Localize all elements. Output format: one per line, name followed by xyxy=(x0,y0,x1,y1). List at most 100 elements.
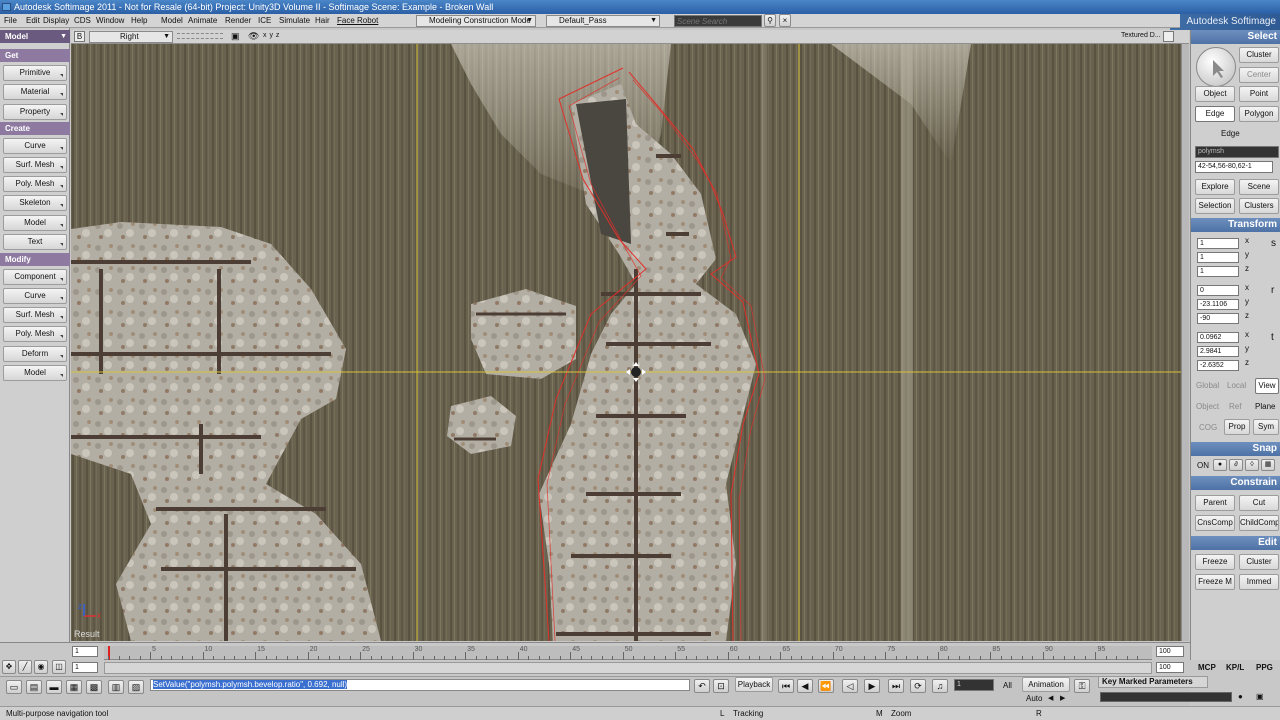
create-model-button[interactable]: Model xyxy=(3,215,67,231)
tab-mcp[interactable]: MCP xyxy=(1198,663,1216,673)
display-mode-menu[interactable]: Textured D... xyxy=(1121,32,1161,39)
menu-simulate[interactable]: Simulate xyxy=(279,15,310,26)
modify-poly-mesh-button[interactable]: Poly. Mesh xyxy=(3,326,67,342)
next-key-small-icon[interactable]: ▶ xyxy=(1060,694,1065,702)
create-curve-button[interactable]: Curve xyxy=(3,138,67,154)
sym-button[interactable]: Sym xyxy=(1253,419,1279,435)
timeline-end-field[interactable]: 100 xyxy=(1156,646,1184,657)
command-input[interactable]: SetValue("polymsh.polymsh.bevelop.ratio"… xyxy=(150,679,690,691)
section-create[interactable]: Create xyxy=(0,122,70,135)
modify-curve-button[interactable]: Curve xyxy=(3,288,67,304)
section-get[interactable]: Get xyxy=(0,49,70,62)
menu-help[interactable]: Help xyxy=(131,15,147,26)
center-select-button[interactable]: Center xyxy=(1239,67,1279,83)
snap-surface-icon[interactable]: ◊ xyxy=(1245,459,1259,471)
cluster-select-button[interactable]: Cluster xyxy=(1239,47,1279,63)
select-arrow-icon[interactable] xyxy=(1196,47,1236,87)
camera-icon[interactable]: ▣ xyxy=(231,31,240,42)
menu-edit[interactable]: Edit xyxy=(26,15,40,26)
scale-y-field[interactable]: 1 xyxy=(1197,252,1239,263)
audio-icon[interactable]: ♫ xyxy=(932,679,948,693)
transform-header[interactable]: Transform xyxy=(1191,218,1280,232)
object-select-button[interactable]: Object xyxy=(1195,86,1235,102)
layout-icon-6[interactable]: ▥ xyxy=(108,680,124,694)
viewport-scrollbar[interactable] xyxy=(1181,44,1189,641)
plane-ref-button[interactable]: Plane xyxy=(1255,402,1275,412)
layout-icon-3[interactable]: ▬ xyxy=(46,680,62,694)
prev-key-small-icon[interactable]: ◀ xyxy=(1048,694,1053,702)
menu-file[interactable]: File xyxy=(4,15,17,26)
viewport-canvas[interactable]: x z Result xyxy=(71,44,1181,641)
menu-ice[interactable]: ICE xyxy=(258,15,271,26)
object-ref-button[interactable]: Object xyxy=(1196,402,1219,412)
keying-set-field[interactable] xyxy=(1100,692,1232,702)
selected-object-name[interactable]: polymsh xyxy=(1195,146,1279,158)
rewind-icon[interactable]: ⏪ xyxy=(818,679,834,693)
split-view-icon[interactable]: ◫ xyxy=(52,660,66,674)
pass-select[interactable]: Default_Pass ▼ xyxy=(546,15,660,27)
range-end-field[interactable]: 100 xyxy=(1156,662,1184,673)
modify-component-button[interactable]: Component xyxy=(3,269,67,285)
brush-tool-icon[interactable]: ╱ xyxy=(18,660,32,674)
freeze-button[interactable]: Freeze xyxy=(1195,554,1235,570)
animation-button[interactable]: Animation xyxy=(1022,677,1070,692)
search-icon[interactable]: ⚲ xyxy=(764,14,776,27)
maximize-viewport-icon[interactable] xyxy=(1163,31,1174,42)
childcomp-button[interactable]: ChildComp xyxy=(1239,515,1279,531)
loop-icon[interactable]: ⟳ xyxy=(910,679,926,693)
layout-icon-4[interactable]: ▦ xyxy=(66,680,82,694)
menu-face-robot[interactable]: Face Robot xyxy=(337,15,378,26)
camera-bookmarks[interactable] xyxy=(177,33,223,39)
menu-display[interactable]: Display xyxy=(43,15,69,26)
timeline-start-field[interactable]: 1 xyxy=(72,646,98,657)
clear-key-icon[interactable]: ● xyxy=(1238,692,1243,701)
snap-grid-icon[interactable]: ▦ xyxy=(1261,459,1275,471)
step-back-icon[interactable]: ◁ xyxy=(842,679,858,693)
create-surf-mesh-button[interactable]: Surf. Mesh xyxy=(3,157,67,173)
snap-header[interactable]: Snap xyxy=(1191,442,1280,456)
range-slider[interactable] xyxy=(104,662,1152,674)
local-ref-button[interactable]: Local xyxy=(1227,381,1246,391)
cnscomp-button[interactable]: CnsComp xyxy=(1195,515,1235,531)
auto-key-label[interactable]: Auto xyxy=(1026,694,1042,703)
rotation-z-field[interactable]: -90 xyxy=(1197,313,1239,324)
explore-button[interactable]: Explore xyxy=(1195,179,1235,195)
layout-icon-2[interactable]: ▤ xyxy=(26,680,42,694)
rotation-label[interactable]: r xyxy=(1271,286,1274,296)
translation-z-field[interactable]: -2.6352 xyxy=(1197,360,1239,371)
lock-icon[interactable]: ⊡ xyxy=(713,679,729,693)
constrain-header[interactable]: Constrain xyxy=(1191,476,1280,490)
edge-filter-menu[interactable]: Edge xyxy=(1221,129,1240,139)
scene-button[interactable]: Scene xyxy=(1239,179,1279,195)
edge-select-button[interactable]: Edge xyxy=(1195,106,1235,122)
component-list-field[interactable]: 42-54,56-80,62-1 xyxy=(1195,161,1273,173)
menu-hair[interactable]: Hair xyxy=(315,15,330,26)
clusters-button[interactable]: Clusters xyxy=(1239,198,1279,214)
all-label[interactable]: All xyxy=(1003,681,1012,690)
layout-icon-7[interactable]: ▨ xyxy=(128,680,144,694)
viewport-letter[interactable]: B xyxy=(74,31,85,42)
move-tool-icon[interactable]: ✥ xyxy=(2,660,16,674)
clear-search-icon[interactable]: × xyxy=(779,14,791,27)
keying-options-icon[interactable]: ▣ xyxy=(1256,692,1264,701)
scale-x-field[interactable]: 1 xyxy=(1197,238,1239,249)
translation-x-field[interactable]: 0.0962 xyxy=(1197,332,1239,343)
current-frame-field[interactable]: 1 xyxy=(72,662,98,673)
construction-mode-select[interactable]: Modeling Construction Mode ▼ xyxy=(416,15,536,27)
immed-button[interactable]: Immed xyxy=(1239,574,1279,590)
edit-cluster-button[interactable]: Cluster xyxy=(1239,554,1279,570)
snap-point-icon[interactable]: ● xyxy=(1213,459,1227,471)
selection-button[interactable]: Selection xyxy=(1195,198,1235,214)
menu-animate[interactable]: Animate xyxy=(188,15,217,26)
tab-kpl[interactable]: KP/L xyxy=(1226,663,1244,673)
create-skeleton-button[interactable]: Skeleton xyxy=(3,195,67,211)
prev-key-icon[interactable]: ◀ xyxy=(797,679,813,693)
view-select[interactable]: Right ▼ xyxy=(89,31,173,43)
menu-model[interactable]: Model xyxy=(161,15,183,26)
modify-deform-button[interactable]: Deform xyxy=(3,346,67,362)
create-poly-mesh-button[interactable]: Poly. Mesh xyxy=(3,176,67,192)
scale-label[interactable]: s xyxy=(1271,239,1276,249)
first-frame-icon[interactable]: ⏮ xyxy=(778,679,794,693)
rotation-y-field[interactable]: -23.1106 xyxy=(1197,299,1239,310)
create-text-button[interactable]: Text xyxy=(3,234,67,250)
